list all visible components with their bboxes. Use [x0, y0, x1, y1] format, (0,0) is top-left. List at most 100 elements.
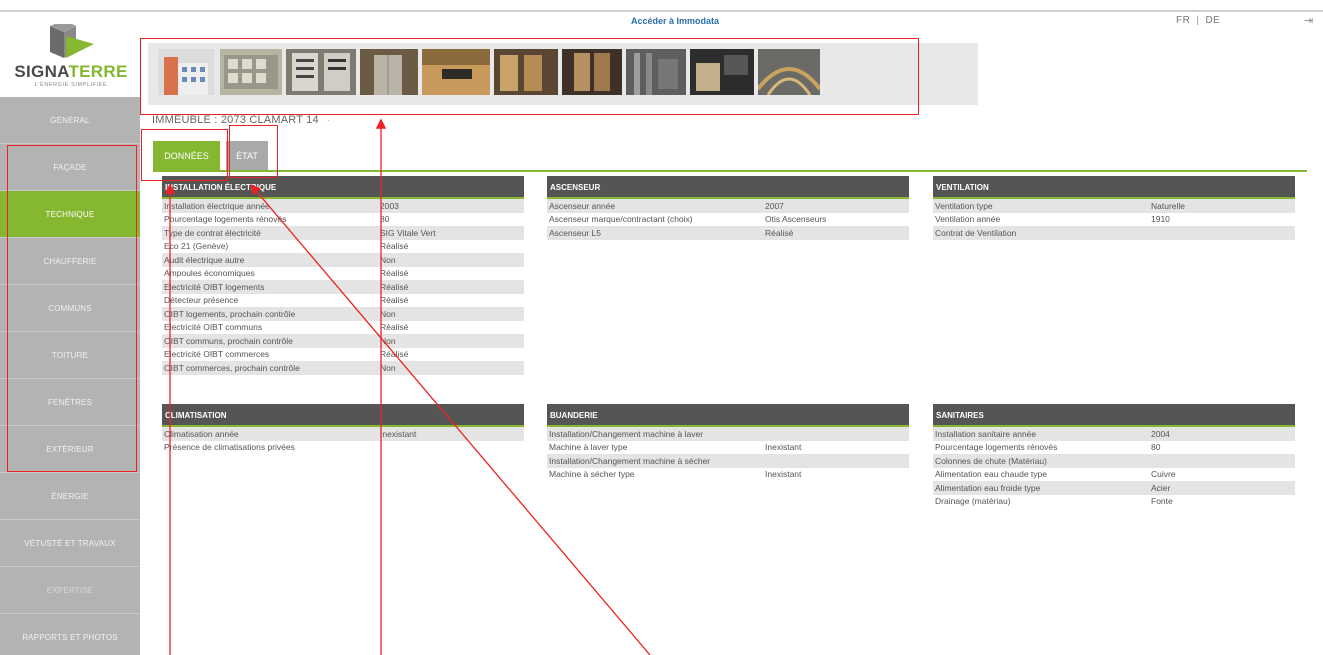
- logo-part1: SIGNA: [14, 62, 69, 81]
- table-row: Machine à sécher type Inexistant: [547, 468, 909, 482]
- row-label: Drainage (matériau): [935, 496, 1011, 507]
- row-label: Installation/Changement machine à sécher: [549, 455, 711, 466]
- row-value: Non: [380, 362, 396, 373]
- sidebar-item-technique[interactable]: TECHNIQUE: [0, 191, 140, 238]
- row-label: Détecteur présence: [164, 295, 239, 306]
- lang-fr-link[interactable]: FR: [1176, 15, 1190, 26]
- table-row: Ventilation année 1910: [933, 213, 1295, 227]
- table-row: Installation/Changement machine à laver: [547, 427, 909, 441]
- row-value: 80: [1151, 442, 1161, 453]
- row-label: OIBT logements, prochain contrôle: [164, 308, 296, 319]
- table-row: Type de contrat électricité SIG Vitale Ve…: [162, 226, 524, 240]
- table-row: OIBT communs, prochain contrôle Non: [162, 334, 524, 348]
- panel-body: Installation/Changement machine à laver …: [547, 427, 909, 481]
- photo-facade[interactable]: [158, 49, 214, 95]
- row-label: Machine à laver type: [549, 442, 628, 453]
- row-label: Installation électrique année: [164, 200, 270, 211]
- table-row: Machine à laver type Inexistant: [547, 441, 909, 455]
- sidebar-item-communs[interactable]: COMMUNS: [0, 285, 140, 332]
- row-label: Ampoules économiques: [164, 268, 255, 279]
- logo-tagline: L'ÉNERGIE SIMPLIFIÉE: [34, 82, 108, 88]
- sidebar-item-energie[interactable]: ÉNERGIE: [0, 473, 140, 520]
- logo-part2: TERRE: [68, 62, 128, 81]
- row-value: Réalisé: [765, 227, 794, 238]
- row-value: 1910: [1151, 214, 1170, 225]
- row-value: Inexistant: [765, 469, 802, 480]
- table-row: Alimentation eau froide type Acier: [933, 481, 1295, 495]
- row-value: 2007: [765, 200, 784, 211]
- photo-elevator-cabin[interactable]: [562, 49, 622, 95]
- top-border: [0, 10, 1323, 12]
- panel-body: Installation sanitaire année 2004 Pourcen…: [933, 427, 1295, 508]
- table-row: Détecteur présence Réalisé: [162, 294, 524, 308]
- table-row: Electricité OIBT communs Réalisé: [162, 321, 524, 335]
- table-row: Ampoules économiques Réalisé: [162, 267, 524, 281]
- row-value: Réalisé: [380, 295, 409, 306]
- table-row: Drainage (matériau) Fonte: [933, 495, 1295, 509]
- sidebar-item-toiture[interactable]: TOITURE: [0, 332, 140, 379]
- photo-elevator-buttons[interactable]: [422, 49, 490, 95]
- row-value: Acier: [1151, 482, 1171, 493]
- photo-boiler-pipes[interactable]: [626, 49, 686, 95]
- tab-etat[interactable]: ÉTAT: [226, 141, 268, 171]
- row-label: Installation sanitaire année: [935, 428, 1037, 439]
- table-row: Pourcentage logements rénovés 80: [933, 441, 1295, 455]
- panel-title: VENTILATION: [933, 176, 1295, 199]
- table-row: Présence de climatisations privées: [162, 441, 524, 455]
- sidebar-nav: GÉNÉRAL FAÇADE TECHNIQUE CHAUFFERIE COMM…: [0, 97, 140, 655]
- lang-de-link[interactable]: DE: [1205, 15, 1220, 26]
- row-label: Audit électrique autre: [164, 254, 245, 265]
- row-value: Otis Ascenseurs: [765, 214, 827, 225]
- panel-body: Ventilation type Naturelle Ventilation an…: [933, 199, 1295, 240]
- sidebar-item-rapports[interactable]: RAPPORTS ET PHOTOS: [0, 614, 140, 655]
- tab-donnees[interactable]: DONNÉES: [153, 141, 220, 171]
- panel-sanitaires: SANITAIRES Installation sanitaire année 2…: [933, 404, 1295, 508]
- panel-title: BUANDERIE: [547, 404, 909, 427]
- row-label: Ventilation année: [935, 214, 1001, 225]
- row-value: Fonte: [1151, 496, 1173, 507]
- photo-elevator-door[interactable]: [360, 49, 418, 95]
- row-label: Machine à sécher type: [549, 469, 635, 480]
- table-row: Audit électrique autre Non: [162, 253, 524, 267]
- signaterre-logo[interactable]: SIGNATERRE L'ÉNERGIE SIMPLIFIÉE: [14, 24, 128, 94]
- table-row: OIBT commerces, prochain contrôle Non: [162, 361, 524, 375]
- row-label: Ventilation type: [935, 200, 993, 211]
- sidebar-item-general[interactable]: GÉNÉRAL: [0, 97, 140, 144]
- sidebar-item-exterieur[interactable]: EXTÉRIEUR: [0, 426, 140, 473]
- panel-ascenseur: ASCENSEUR Ascenseur année 2007 Ascenseur …: [547, 176, 909, 240]
- photo-elevator-lobby[interactable]: [494, 49, 558, 95]
- sidebar-item-chaufferie[interactable]: CHAUFFERIE: [0, 238, 140, 285]
- row-label: Ascenseur année: [549, 200, 616, 211]
- photo-electric-panel[interactable]: [286, 49, 356, 95]
- logo-wordmark: SIGNATERRE: [14, 62, 128, 82]
- table-row: Pourcentage logements rénovés 80: [162, 213, 524, 227]
- sidebar-item-expertise[interactable]: EXPERTISE: [0, 567, 140, 614]
- row-value: SIG Vitale Vert: [380, 227, 436, 238]
- row-label: OIBT commerces, prochain contrôle: [164, 362, 300, 373]
- sidebar-item-vetuste[interactable]: VÉTUSTÉ ET TRAVAUX: [0, 520, 140, 567]
- table-row: Ascenseur marque/contractant (choix) Otis…: [547, 213, 909, 227]
- row-value: 2004: [1151, 428, 1170, 439]
- panel-ventilation: VENTILATION Ventilation type Naturelle Ve…: [933, 176, 1295, 240]
- photo-electric-meters[interactable]: [220, 49, 282, 95]
- photo-laundry[interactable]: [690, 49, 754, 95]
- row-value: Réalisé: [380, 241, 409, 252]
- row-label: Pourcentage logements rénovés: [935, 442, 1058, 453]
- sidebar-item-facade[interactable]: FAÇADE: [0, 144, 140, 191]
- row-value: Réalisé: [380, 322, 409, 333]
- language-switcher: FR | DE: [1176, 15, 1220, 26]
- table-row: Electricité OIBT commerces Réalisé: [162, 348, 524, 362]
- row-value: Cuivre: [1151, 469, 1176, 480]
- table-row: Eco 21 (Genève) Réalisé: [162, 240, 524, 254]
- sidebar-item-fenetres[interactable]: FENÊTRES: [0, 379, 140, 426]
- row-value: Réalisé: [380, 268, 409, 279]
- logout-icon[interactable]: ⇥: [1304, 14, 1313, 27]
- row-label: Ascenseur L5: [549, 227, 601, 238]
- photo-stairwell[interactable]: [758, 49, 820, 95]
- row-value: Non: [380, 335, 396, 346]
- table-row: Installation sanitaire année 2004: [933, 427, 1295, 441]
- immodata-link[interactable]: Accéder à Immodata: [610, 16, 740, 26]
- row-label: Alimentation eau froide type: [935, 482, 1041, 493]
- row-label: Eco 21 (Genève): [164, 241, 229, 252]
- row-label: Pourcentage logements rénovés: [164, 214, 287, 225]
